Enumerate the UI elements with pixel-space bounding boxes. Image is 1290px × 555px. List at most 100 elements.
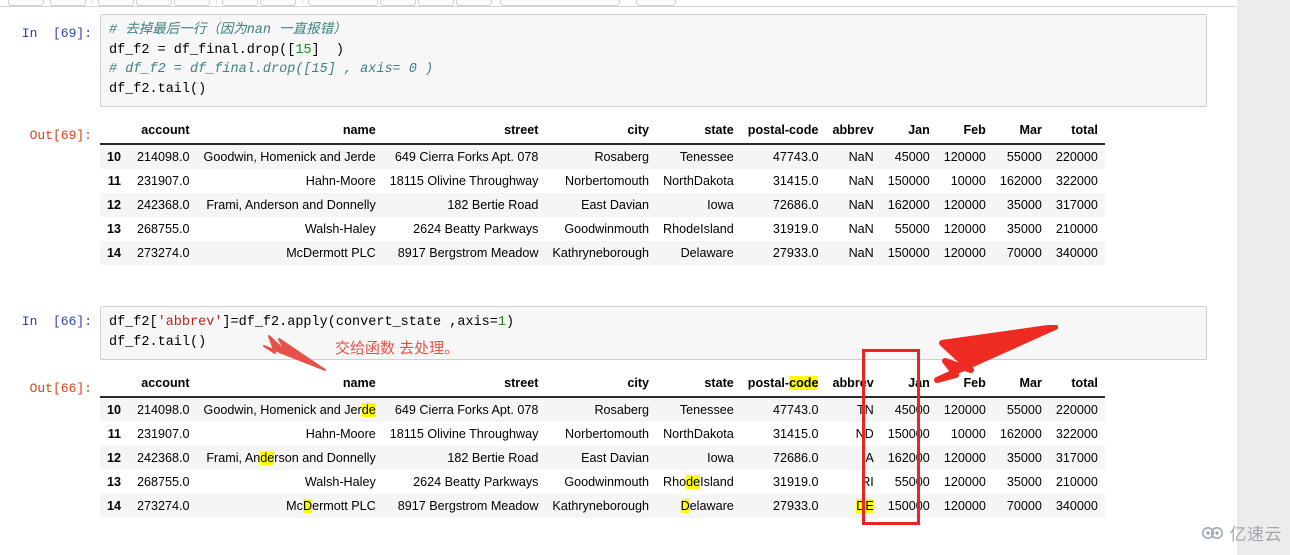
table-cell-Feb: 10000: [936, 169, 993, 193]
table-cell-street: 182 Bertie Road: [382, 193, 546, 217]
table-cell-street: 18115 Olivine Throughway: [382, 169, 546, 193]
table-cell-street: 649 Cierra Forks Apt. 078: [382, 397, 546, 422]
row-index: 14: [100, 241, 131, 265]
column-header-Feb: Feb: [936, 373, 993, 398]
input-prompt-66[interactable]: In [66]:: [14, 314, 92, 329]
column-header-Feb: Feb: [936, 120, 993, 145]
table-cell-state: Tenessee: [656, 144, 741, 169]
table-cell-postal-code: 27933.0: [740, 241, 826, 265]
code-text: # 去掉最后一行（因为nan 一直报错） df_f2 = df_final.dr…: [109, 21, 1198, 99]
table-cell-Mar: 35000: [992, 446, 1049, 470]
table-row: 12 242368.0 Frami, Anderson and Donnelly 18…: [100, 446, 1105, 470]
code-editor-66[interactable]: df_f2['abbrev']=df_f2.apply(convert_stat…: [100, 306, 1207, 360]
abbrev-column-highlight-box: [862, 349, 920, 525]
table-cell-Mar: 70000: [992, 494, 1049, 518]
table-cell-abbrev: NaN: [825, 217, 881, 241]
table-cell-state: Tenessee: [656, 397, 741, 422]
table-header-row: account name street city state postal-code abb…: [100, 373, 1105, 398]
table-cell-postal-code: 31415.0: [740, 169, 826, 193]
table-cell-Mar: 55000: [992, 397, 1049, 422]
code-token: ]=df_f2.apply(convert_state ,axis=: [222, 315, 498, 330]
table-cell-Feb: 120000: [936, 144, 993, 169]
table-cell-name: Goodwin, Homenick and Jerde: [196, 397, 383, 422]
column-header-Mar: Mar: [992, 120, 1049, 145]
table-cell-Mar: 35000: [992, 470, 1049, 494]
table-cell-total: 220000: [1048, 144, 1105, 169]
table-cell-Jan: 150000: [880, 169, 937, 193]
table-cell-abbrev: NaN: [825, 169, 881, 193]
row-index: 11: [100, 422, 131, 446]
table-cell-street: 649 Cierra Forks Apt. 078: [382, 144, 546, 169]
table-cell-Jan: 45000: [880, 144, 937, 169]
cloud-icon: [1201, 526, 1223, 539]
table-cell-Mar: 55000: [992, 144, 1049, 169]
code-token: df_f2.tail(): [109, 334, 207, 350]
dataframe-table: account name street city state postal-code abb…: [100, 373, 1105, 518]
page-gutter: [1237, 0, 1290, 555]
table-cell-postal-code: 31415.0: [740, 422, 826, 446]
column-header-postal-code: postal-code: [740, 120, 826, 145]
code-editor-69[interactable]: # 去掉最后一行（因为nan 一直报错） df_f2 = df_final.dr…: [100, 14, 1207, 107]
table-cell-total: 210000: [1048, 470, 1105, 494]
code-token: ): [505, 315, 515, 330]
table-cell-postal-code: 72686.0: [740, 446, 826, 470]
table-cell-street: 182 Bertie Road: [382, 446, 546, 470]
toolbar-divider: [216, 0, 217, 4]
code-token: 'abbrev': [157, 315, 223, 330]
table-cell-abbrev: NaN: [825, 193, 881, 217]
column-header-name: name: [196, 373, 383, 398]
table-cell-name: Hahn-Moore: [196, 169, 383, 193]
table-cell-state: RhodeIsland: [656, 217, 741, 241]
table-cell-Feb: 120000: [936, 494, 993, 518]
table-cell-account: 268755.0: [130, 470, 197, 494]
table-cell-postal-code: 31919.0: [740, 217, 826, 241]
table-cell-name: Hahn-Moore: [196, 422, 383, 446]
table-cell-Mar: 35000: [992, 193, 1049, 217]
row-index: 11: [100, 169, 131, 193]
table-cell-abbrev: NaN: [825, 144, 881, 169]
column-header-abbrev: abbrev: [825, 120, 881, 145]
table-cell-street: 2624 Beatty Parkways: [382, 217, 546, 241]
watermark: 亿速云: [1201, 520, 1283, 545]
table-cell-city: Norbertomouth: [545, 169, 657, 193]
table-row: 13 268755.0 Walsh-Haley 2624 Beatty Parkway…: [100, 470, 1105, 494]
code-token: # df_f2 = df_final.drop([15] , axis= 0 ): [109, 62, 434, 77]
table-cell-account: 242368.0: [130, 193, 197, 217]
table-row: 14 273274.0 McDermott PLC 8917 Bergstrom Me…: [100, 241, 1105, 265]
column-header-city: city: [545, 373, 657, 398]
table-cell-Jan: 55000: [880, 217, 937, 241]
table-cell-abbrev: NaN: [825, 241, 881, 265]
dataframe-table: account name street city state postal-code abb…: [100, 120, 1105, 265]
code-text: df_f2['abbrev']=df_f2.apply(convert_stat…: [109, 313, 1198, 352]
row-index: 13: [100, 470, 131, 494]
column-header-Jan: Jan: [880, 120, 937, 145]
table-cell-total: 220000: [1048, 397, 1105, 422]
table-cell-postal-code: 72686.0: [740, 193, 826, 217]
table-cell-total: 322000: [1048, 169, 1105, 193]
row-index: 14: [100, 494, 131, 518]
table-cell-street: 2624 Beatty Parkways: [382, 470, 546, 494]
input-prompt-69[interactable]: In [69]:: [14, 26, 92, 41]
toolbar-strip[interactable]: [0, 0, 1237, 7]
index-header: [100, 373, 131, 398]
table-cell-account: 231907.0: [130, 422, 197, 446]
table-cell-total: 317000: [1048, 446, 1105, 470]
table-cell-Feb: 10000: [936, 422, 993, 446]
table-row: 11 231907.0 Hahn-Moore 18115 Olivine Throug…: [100, 422, 1105, 446]
table-row: 10 214098.0 Goodwin, Homenick and Jerde 649…: [100, 144, 1105, 169]
table-cell-state: NorthDakota: [656, 169, 741, 193]
table-cell-Mar: 162000: [992, 169, 1049, 193]
table-cell-name: Frami, Anderson and Donnelly: [196, 446, 383, 470]
watermark-label: 亿速云: [1229, 525, 1282, 544]
text-highlight: de: [686, 475, 701, 489]
row-index: 13: [100, 217, 131, 241]
text-highlight: de: [260, 451, 275, 465]
column-header-name: name: [196, 120, 383, 145]
table-cell-Jan: 150000: [880, 241, 937, 265]
table-cell-Feb: 120000: [936, 241, 993, 265]
text-highlight: D: [302, 499, 313, 513]
toolbar-divider: [92, 0, 93, 4]
dataframe-output-69: account name street city state postal-code abb…: [100, 120, 1105, 265]
table-cell-name: McDermott PLC: [196, 494, 383, 518]
table-cell-state: Iowa: [656, 446, 741, 470]
